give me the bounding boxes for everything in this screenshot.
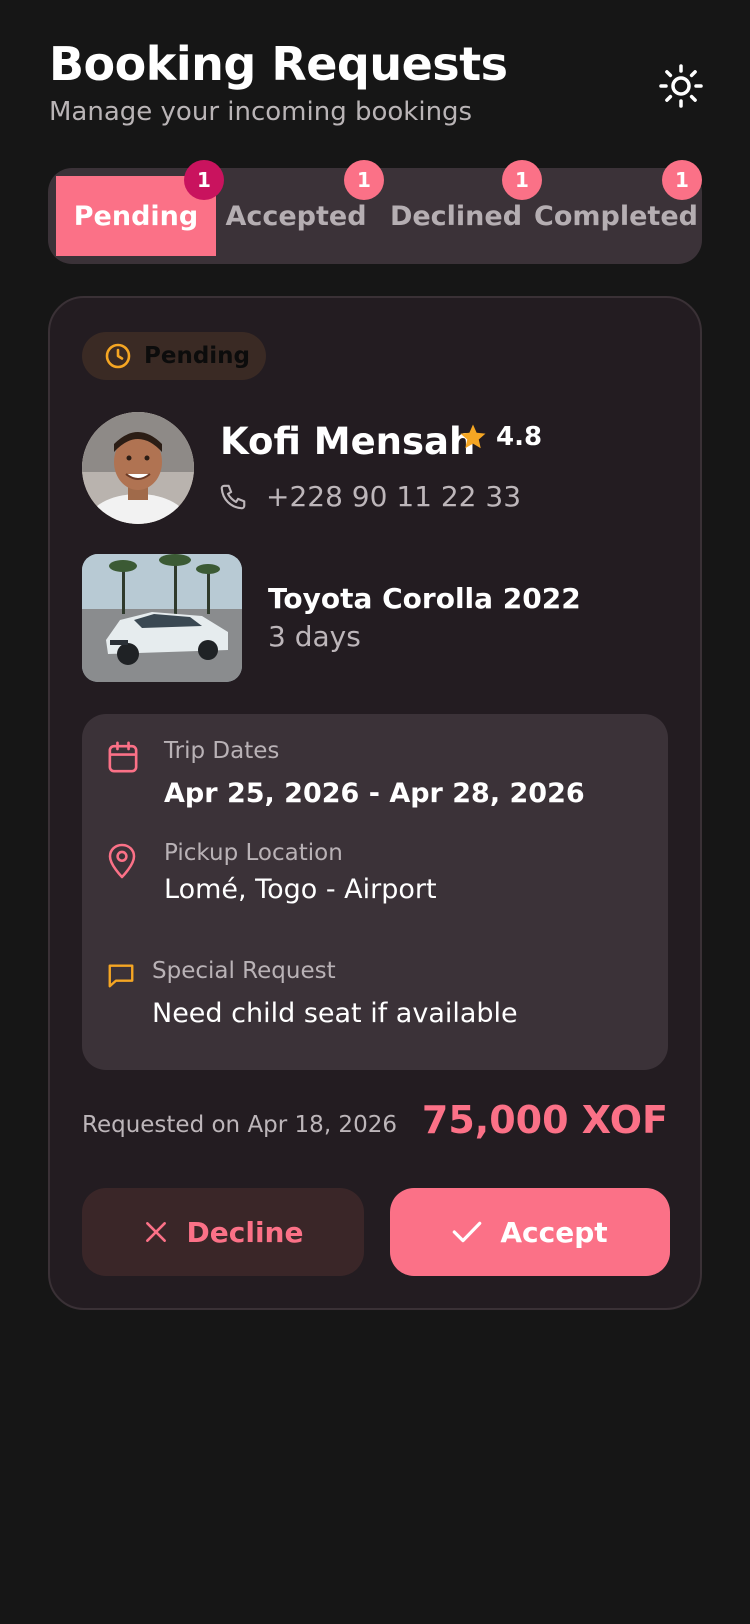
phone-number: +228 90 11 22 33 bbox=[266, 480, 522, 513]
decline-label: Decline bbox=[186, 1215, 304, 1249]
tab-label: Completed bbox=[534, 200, 698, 232]
avatar bbox=[82, 412, 194, 524]
booking-card: Pending Kofi Mensah 4.8 +228 90 11 22 33… bbox=[48, 296, 702, 1310]
renter-phone[interactable]: +228 90 11 22 33 bbox=[218, 480, 521, 513]
sun-icon bbox=[659, 64, 703, 108]
message-icon bbox=[108, 964, 134, 988]
booking-requests-screen: Booking Requests Manage your incoming bo… bbox=[0, 0, 750, 1624]
page-title: Booking Requests bbox=[49, 37, 508, 91]
calendar-icon bbox=[108, 741, 138, 773]
renter-rating: 4.8 bbox=[458, 422, 542, 452]
trip-dates-label: Trip Dates bbox=[164, 738, 280, 764]
special-request-value: Need child seat if available bbox=[152, 998, 518, 1029]
tab-label: Accepted bbox=[225, 200, 367, 232]
tab-badge-completed: 1 bbox=[662, 160, 702, 200]
star-icon bbox=[460, 424, 486, 449]
vehicle-name: Toyota Corolla 2022 bbox=[268, 582, 581, 615]
requested-date: Requested on Apr 18, 2026 bbox=[82, 1112, 397, 1138]
special-request-label: Special Request bbox=[152, 958, 336, 984]
clock-icon bbox=[105, 343, 131, 369]
booking-details-panel: Trip Dates Apr 25, 2026 - Apr 28, 2026 P… bbox=[82, 714, 668, 1070]
trip-dates-value: Apr 25, 2026 - Apr 28, 2026 bbox=[164, 778, 585, 809]
status-badge: Pending bbox=[82, 332, 266, 380]
header: Booking Requests Manage your incoming bo… bbox=[49, 36, 709, 128]
rating-value: 4.8 bbox=[496, 422, 543, 452]
pickup-location-label: Pickup Location bbox=[164, 840, 343, 866]
booking-price: 75,000 XOF bbox=[421, 1098, 668, 1142]
rental-duration: 3 days bbox=[268, 620, 361, 653]
pickup-location-value: Lomé, Togo - Airport bbox=[164, 874, 437, 905]
accept-label: Accept bbox=[500, 1215, 608, 1249]
page-subtitle: Manage your incoming bookings bbox=[49, 97, 473, 127]
location-pin-icon bbox=[108, 843, 136, 879]
checkmark-icon bbox=[453, 1221, 482, 1243]
phone-icon bbox=[220, 484, 246, 509]
tab-label: Pending bbox=[73, 200, 199, 232]
close-icon bbox=[145, 1222, 166, 1242]
renter-name: Kofi Mensah bbox=[220, 420, 476, 463]
tab-label: Declined bbox=[389, 200, 523, 232]
theme-toggle-button[interactable] bbox=[653, 58, 709, 114]
vehicle-photo bbox=[82, 554, 242, 682]
status-label: Pending bbox=[144, 343, 251, 369]
accept-button[interactable]: Accept bbox=[390, 1188, 670, 1276]
decline-button[interactable]: Decline bbox=[82, 1188, 364, 1276]
status-tabs: Pending 1 Accepted 1 Declined 1 Complete… bbox=[48, 160, 702, 264]
